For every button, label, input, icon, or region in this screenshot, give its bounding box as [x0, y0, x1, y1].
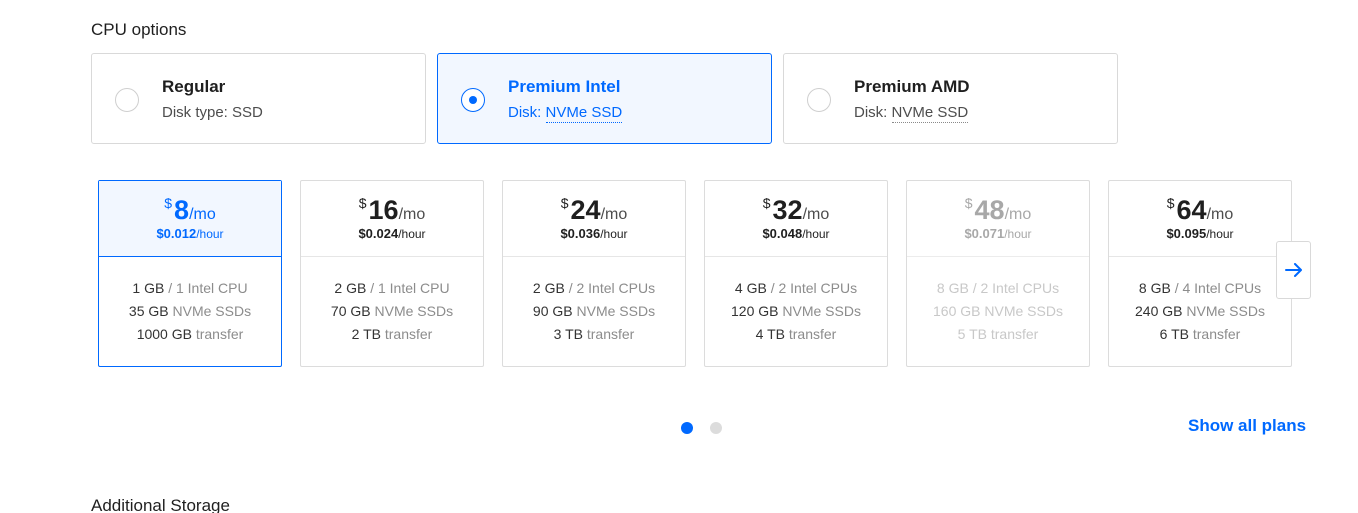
cpu-option-name: Premium AMD	[854, 77, 970, 96]
plan-hourly: $0.024/hour	[358, 226, 426, 241]
plan-specs: 2 GB / 2 Intel CPUs 90 GB NVMe SSDs 3 TB…	[532, 280, 656, 342]
radio-premium-intel[interactable]	[461, 88, 485, 112]
cpu-option-disk: Disk: NVMe SSD	[854, 104, 969, 123]
plan-hourly: $0.071/hour	[964, 226, 1032, 241]
additional-storage-title: Additional Storage	[91, 496, 230, 513]
disk-tooltip-trigger[interactable]: NVMe SSD	[891, 104, 969, 123]
plan-card-48-disabled: $48/mo $0.071/hour 8 GB / 2 Intel CPUs 1…	[906, 180, 1090, 367]
plan-price: 64	[1176, 195, 1207, 225]
plan-hourly: $0.095/hour	[1166, 226, 1234, 241]
plan-price: 24	[570, 195, 601, 225]
radio-premium-amd[interactable]	[807, 88, 831, 112]
plan-price: 48	[974, 195, 1005, 225]
plan-hourly: $0.036/hour	[560, 226, 628, 241]
cpu-options-title: CPU options	[91, 20, 187, 39]
plan-specs: 8 GB / 2 Intel CPUs 160 GB NVMe SSDs 5 T…	[933, 280, 1063, 342]
plan-price: 32	[772, 195, 803, 225]
plan-specs: 2 GB / 1 Intel CPU 70 GB NVMe SSDs 2 TB …	[330, 280, 454, 342]
plan-specs: 1 GB / 1 Intel CPU 35 GB NVMe SSDs 1000 …	[128, 280, 252, 342]
disk-tooltip-trigger[interactable]: NVMe SSD	[545, 104, 623, 123]
cpu-option-premium-amd[interactable]: Premium AMD Disk: NVMe SSD	[783, 53, 1118, 144]
plan-specs: 8 GB / 4 Intel CPUs 240 GB NVMe SSDs 6 T…	[1135, 280, 1265, 342]
radio-regular[interactable]	[115, 88, 139, 112]
plan-hourly: $0.048/hour	[762, 226, 830, 241]
show-all-plans-link[interactable]: Show all plans	[1188, 416, 1306, 436]
plan-price: 8	[174, 195, 190, 225]
plan-card-8[interactable]: $8/mo $0.012/hour 1 GB / 1 Intel CPU 35 …	[98, 180, 282, 367]
plan-hourly: $0.012/hour	[156, 226, 224, 241]
plan-specs: 4 GB / 2 Intel CPUs 120 GB NVMe SSDs 4 T…	[731, 280, 861, 342]
plan-card-24[interactable]: $24/mo $0.036/hour 2 GB / 2 Intel CPUs 9…	[502, 180, 686, 367]
cpu-option-regular[interactable]: Regular Disk type: SSD	[91, 53, 426, 144]
cpu-option-name: Premium Intel	[508, 77, 621, 96]
next-plans-button[interactable]	[1276, 241, 1311, 299]
pagination-dot-2[interactable]	[710, 422, 722, 434]
plan-price: 16	[368, 195, 399, 225]
arrow-right-icon	[1284, 263, 1302, 277]
plan-card-64[interactable]: $64/mo $0.095/hour 8 GB / 4 Intel CPUs 2…	[1108, 180, 1292, 367]
cpu-option-disk: Disk type: SSD	[162, 104, 263, 121]
cpu-option-premium-intel[interactable]: Premium Intel Disk: NVMe SSD	[437, 53, 772, 144]
pagination-dot-1[interactable]	[681, 422, 693, 434]
plan-card-16[interactable]: $16/mo $0.024/hour 2 GB / 1 Intel CPU 70…	[300, 180, 484, 367]
cpu-option-name: Regular	[162, 77, 226, 96]
plan-card-32[interactable]: $32/mo $0.048/hour 4 GB / 2 Intel CPUs 1…	[704, 180, 888, 367]
cpu-option-disk: Disk: NVMe SSD	[508, 104, 623, 123]
